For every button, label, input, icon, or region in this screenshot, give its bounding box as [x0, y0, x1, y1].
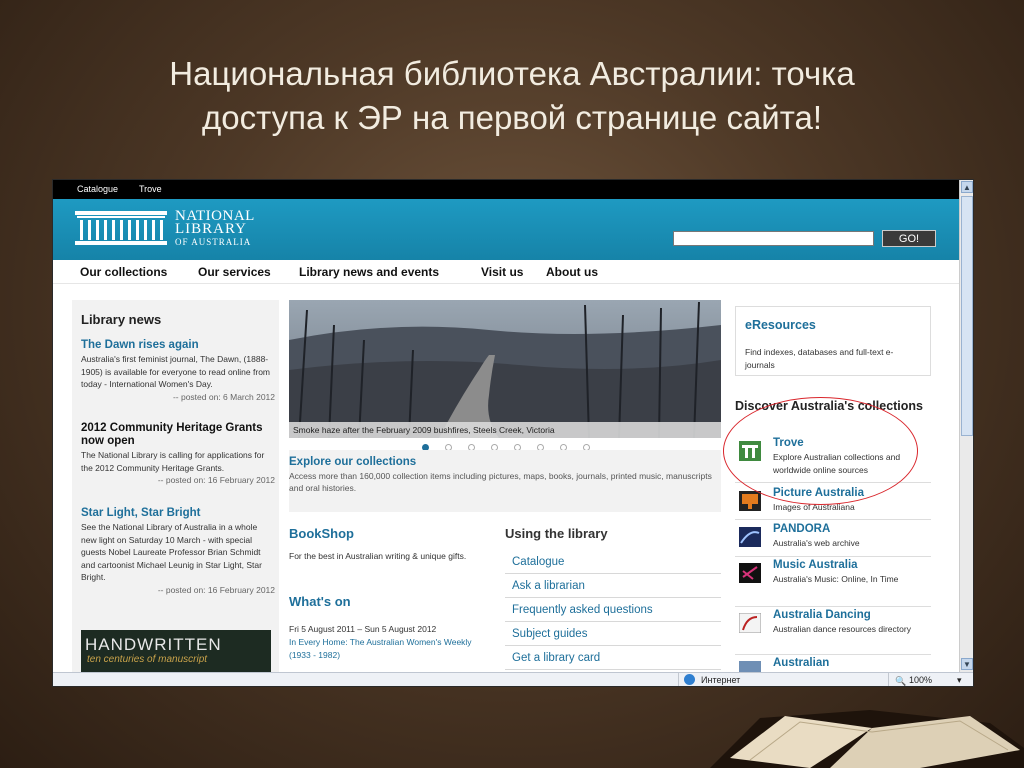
annotation-circle [723, 397, 918, 505]
slide-title: Национальная библиотека Австралии: точка… [60, 52, 964, 140]
topbar-link-trove[interactable]: Trove [139, 184, 162, 194]
search-go-button[interactable]: GO! [882, 230, 936, 247]
nav-our-collections[interactable]: Our collections [80, 265, 167, 279]
bookshop-heading[interactable]: BookShop [289, 526, 354, 541]
resource-item[interactable]: Music Australia Australia's Music: Onlin… [735, 559, 931, 607]
resource-item[interactable]: PANDORA Australia's web archive [735, 523, 931, 557]
whats-on-heading[interactable]: What's on [289, 594, 351, 609]
search-input[interactable] [673, 231, 874, 246]
picture-australia-icon [739, 491, 761, 511]
library-news-heading: Library news [81, 312, 162, 327]
news-item: 2012 Community Heritage Grants now open … [81, 422, 275, 486]
using-link-faq[interactable]: Frequently asked questions [505, 598, 721, 622]
australia-dancing-icon [739, 613, 761, 633]
library-logo-text[interactable]: NATIONAL LIBRARY OF AUSTRALIA [175, 209, 255, 249]
site-header: NATIONAL LIBRARY OF AUSTRALIA GO! [53, 199, 959, 260]
browser-status-bar: Интернет 🔍 100% ▾ [53, 672, 973, 686]
hero-caption: Smoke haze after the February 2009 bushf… [289, 422, 721, 438]
news-item-body: The National Library is calling for appl… [81, 450, 265, 473]
chevron-down-icon[interactable]: ▾ [957, 673, 962, 686]
resource-title[interactable]: PANDORA [773, 523, 830, 535]
main-navigation: Our collections Our services Library new… [53, 260, 959, 284]
slide-title-line-1: Национальная библиотека Австралии: точка [169, 55, 855, 92]
zoom-control[interactable]: 🔍 100% ▾ [888, 673, 973, 686]
eresources-body: Find indexes, databases and full-text e-… [745, 347, 894, 370]
news-item: The Dawn rises again Australia's first f… [81, 339, 275, 403]
using-link-library-card[interactable]: Get a library card [505, 646, 721, 670]
library-news-panel: Library news The Dawn rises again Austra… [72, 300, 279, 680]
nav-about-us[interactable]: About us [546, 265, 598, 279]
explore-title[interactable]: Explore our collections [289, 456, 416, 468]
whats-on-dates: Fri 5 August 2011 – Sun 5 August 2012 [289, 624, 437, 634]
using-library-list: Catalogue Ask a librarian Frequently ask… [505, 550, 721, 670]
resource-title[interactable]: Music Australia [773, 559, 858, 571]
logo-line-2: LIBRARY [175, 221, 248, 237]
resource-item[interactable]: Australia Dancing Australian dance resou… [735, 609, 931, 655]
news-item-date: -- posted on: 16 February 2012 [157, 475, 275, 485]
news-item-title[interactable]: Star Light, Star Bright [81, 507, 275, 520]
resource-title[interactable]: Australia Dancing [773, 609, 871, 621]
music-australia-icon [739, 563, 761, 583]
using-link-ask-librarian[interactable]: Ask a librarian [505, 574, 721, 598]
using-link-subject-guides[interactable]: Subject guides [505, 622, 721, 646]
using-link-catalogue[interactable]: Catalogue [505, 550, 721, 574]
resource-body: Australian dance resources directory [773, 624, 911, 634]
news-item-body: See the National Library of Australia in… [81, 522, 262, 582]
hero-bushfire-photo[interactable] [289, 300, 721, 438]
bookshop-body: For the best in Australian writing & uni… [289, 551, 467, 561]
banner-subtitle: ten centuries of manuscript [87, 654, 208, 665]
news-item-date: -- posted on: 6 March 2012 [172, 391, 275, 402]
nav-visit-us[interactable]: Visit us [481, 265, 523, 279]
eresources-title[interactable]: eResources [745, 318, 816, 332]
browser-window: Catalogue Trove NATIONAL LIBRARY OF AUST… [52, 179, 974, 687]
resource-body: Australia's Music: Online, In Time [773, 574, 899, 584]
pandora-icon [739, 527, 761, 547]
resource-title[interactable]: Australian [773, 657, 829, 669]
slide-title-line-2: доступа к ЭР на первой странице сайта! [201, 99, 822, 136]
eresources-box: eResources Find indexes, databases and f… [735, 306, 931, 376]
explore-body: Access more than 160,000 collection item… [289, 471, 712, 493]
logo-line-3: OF AUSTRALIA [175, 237, 252, 247]
security-zone[interactable]: Интернет [678, 673, 888, 686]
library-columns-logo-icon[interactable] [75, 211, 167, 245]
whats-on-link[interactable]: In Every Home: The Australian Women's We… [289, 636, 494, 661]
news-item-body: Australia's first feminist journal, The … [81, 354, 270, 389]
scroll-down-arrow-icon[interactable]: ▼ [961, 658, 973, 670]
news-item-date: -- posted on: 16 February 2012 [157, 584, 275, 595]
security-zone-label: Интернет [701, 675, 741, 685]
page-content: Library news The Dawn rises again Austra… [53, 285, 959, 681]
resource-body: Australia's web archive [773, 538, 860, 548]
globe-icon [684, 674, 695, 685]
using-library-heading: Using the library [505, 526, 608, 541]
zoom-level: 100% [909, 675, 933, 685]
magnifier-icon: 🔍 [895, 676, 907, 686]
scrollbar-thumb[interactable] [961, 196, 973, 436]
news-item-title[interactable]: The Dawn rises again [81, 339, 275, 352]
nav-our-services[interactable]: Our services [198, 265, 271, 279]
explore-collections-panel: Explore our collections Access more than… [289, 450, 721, 512]
top-utility-bar: Catalogue Trove [53, 180, 959, 199]
open-book-image [710, 710, 1024, 768]
news-item: Star Light, Star Bright See the National… [81, 507, 275, 596]
banner-title: HANDWRITTEN [85, 635, 222, 654]
nav-library-news[interactable]: Library news and events [299, 265, 439, 279]
topbar-link-catalogue[interactable]: Catalogue [77, 184, 118, 194]
vertical-scrollbar[interactable]: ▲ ▼ [959, 180, 973, 672]
scroll-up-arrow-icon[interactable]: ▲ [961, 181, 973, 193]
news-item-title[interactable]: 2012 Community Heritage Grants now open [81, 422, 275, 448]
